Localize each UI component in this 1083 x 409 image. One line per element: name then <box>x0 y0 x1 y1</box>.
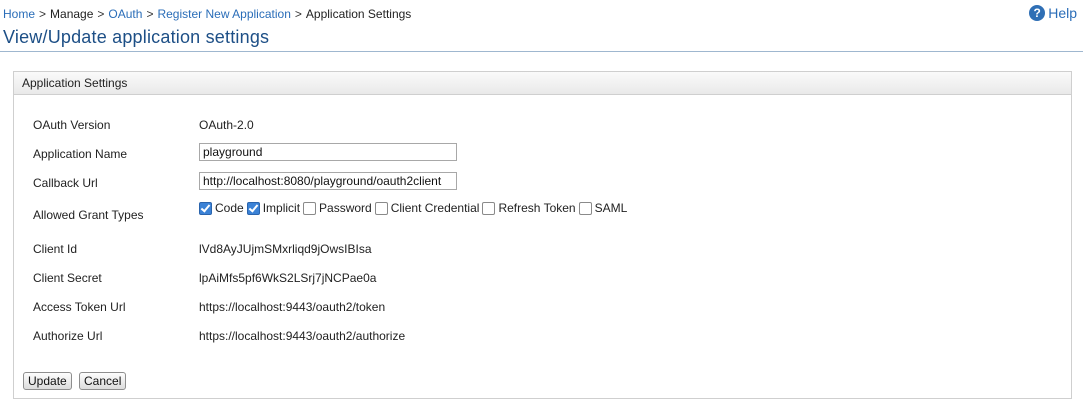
grant-password-option[interactable]: Password <box>303 201 372 215</box>
grant-code-label: Code <box>215 201 244 215</box>
oauth-version-value: OAuth-2.0 <box>199 118 254 132</box>
breadcrumb-separator: > <box>97 7 105 21</box>
grant-client-credential-checkbox[interactable] <box>374 201 388 215</box>
application-name-input[interactable] <box>199 143 457 161</box>
help-label: Help <box>1048 5 1077 21</box>
help-link[interactable]: ? Help <box>1029 5 1077 21</box>
page: Home > Manage > OAuth > Register New Applicati… <box>0 0 1083 409</box>
grant-saml-label: SAML <box>594 201 628 215</box>
grant-saml-option[interactable]: SAML <box>578 201 628 215</box>
breadcrumb-separator: > <box>39 7 47 21</box>
grant-refresh-token-checkbox[interactable] <box>482 201 496 215</box>
authorize-url-label: Authorize Url <box>33 329 103 343</box>
grant-code-option[interactable]: Code <box>199 201 244 215</box>
breadcrumb: Home > Manage > OAuth > Register New Applicati… <box>3 7 411 21</box>
application-settings-panel: Application Settings OAuth Version OAuth… <box>13 71 1072 365</box>
page-title: View/Update application settings <box>3 27 270 47</box>
title-divider <box>0 51 1083 52</box>
grant-client-credential-label: Client Credential <box>390 201 480 215</box>
application-name-label: Application Name <box>33 147 128 161</box>
breadcrumb-oauth-link[interactable]: OAuth <box>108 7 142 21</box>
grant-refresh-token-option[interactable]: Refresh Token <box>482 201 576 215</box>
grant-refresh-token-label: Refresh Token <box>498 201 576 215</box>
authorize-url-value: https://localhost:9443/oauth2/authorize <box>199 329 406 343</box>
grant-password-label: Password <box>319 201 372 215</box>
client-id-label: Client Id <box>33 242 78 256</box>
grant-password-checkbox[interactable] <box>303 201 317 215</box>
update-button[interactable]: Update <box>23 372 72 390</box>
callback-url-label: Callback Url <box>33 176 98 190</box>
grant-client-credential-option[interactable]: Client Credential <box>374 201 480 215</box>
panel-header: Application Settings <box>14 72 1071 95</box>
callback-url-input[interactable] <box>199 172 457 190</box>
cancel-button[interactable]: Cancel <box>79 372 127 390</box>
access-token-url-value: https://localhost:9443/oauth2/token <box>199 300 386 314</box>
breadcrumb-home-link[interactable]: Home <box>3 7 35 21</box>
grant-saml-checkbox[interactable] <box>578 201 592 215</box>
breadcrumb-current: Application Settings <box>305 7 412 21</box>
question-circle-icon: ? <box>1029 5 1046 21</box>
client-secret-label: Client Secret <box>33 271 102 285</box>
oauth-version-label: OAuth Version <box>33 118 111 132</box>
button-bar: Update Cancel <box>13 364 1072 399</box>
grant-types-group: Code Implicit Password Client Credential… <box>199 201 630 215</box>
breadcrumb-separator: > <box>294 7 302 21</box>
grant-implicit-checkbox[interactable] <box>246 201 260 215</box>
breadcrumb-manage: Manage <box>50 7 94 21</box>
breadcrumb-separator: > <box>146 7 154 21</box>
client-id-value: lVd8AyJUjmSMxrliqd9jOwsIBIsa <box>199 242 372 256</box>
client-secret-value: lpAiMfs5pf6WkS2LSrj7jNCPae0a <box>199 271 377 285</box>
grant-types-label: Allowed Grant Types <box>33 208 144 222</box>
grant-code-checkbox[interactable] <box>199 201 212 215</box>
breadcrumb-register-link[interactable]: Register New Application <box>157 7 290 21</box>
grant-implicit-option[interactable]: Implicit <box>246 201 301 215</box>
grant-implicit-label: Implicit <box>262 201 301 215</box>
access-token-url-label: Access Token Url <box>33 300 126 314</box>
